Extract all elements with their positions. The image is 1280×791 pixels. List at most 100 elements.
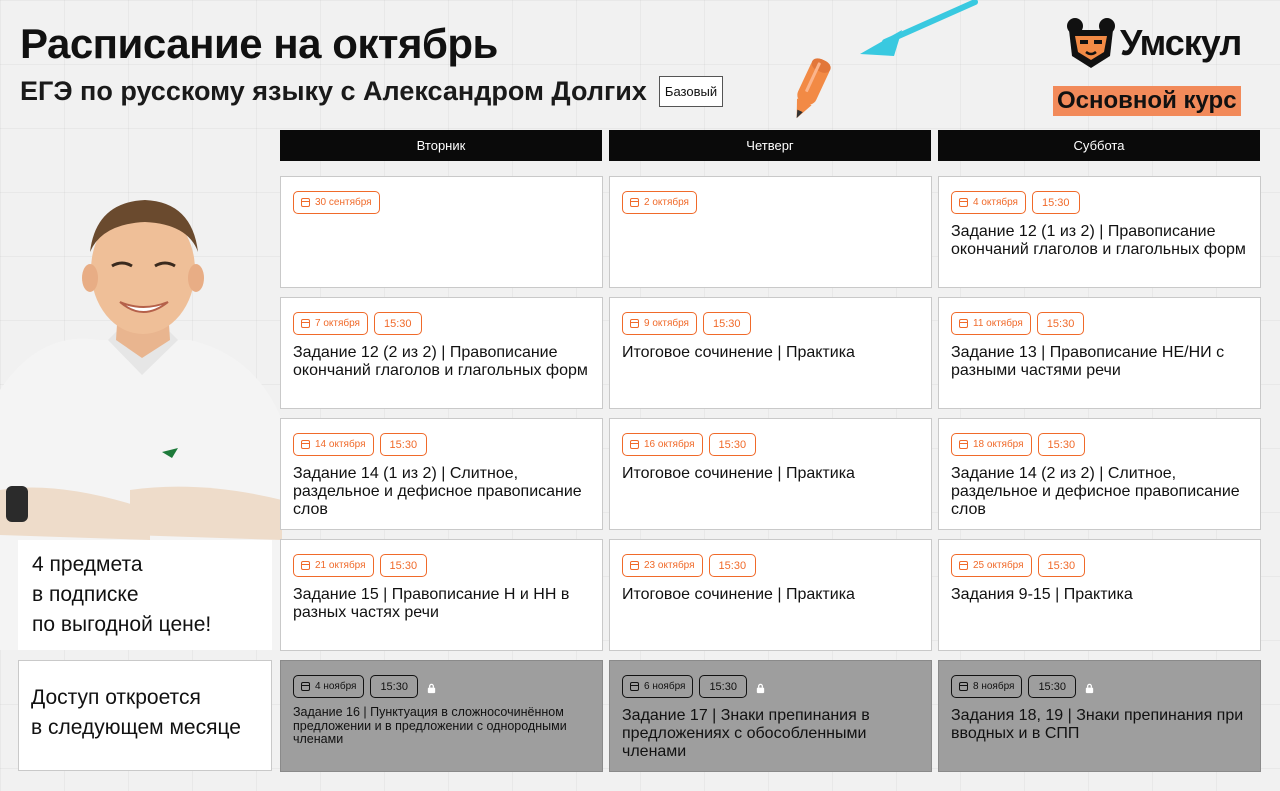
lesson-topic: Задание 14 (2 из 2) | Слитное, раздельно… [951,465,1240,518]
date-text: 14 октября [315,439,366,450]
lesson-tags: 9 октября 15:30 [622,312,919,335]
date-text: 23 октября [644,560,695,571]
lesson-card[interactable]: 7 октября 15:30 Задание 12 (2 из 2) | Прав… [280,297,603,409]
date-badge: 25 октября [951,554,1032,577]
time-badge: 15:30 [1037,433,1086,456]
calendar-icon [301,198,310,207]
date-badge: 6 ноября [622,675,694,698]
lesson-topic: Задание 12 (2 из 2) | Правописание оконч… [293,344,588,379]
lesson-tags: 7 октября 15:30 [293,312,590,335]
calendar-icon [959,561,968,570]
lesson-topic: Задания 9-15 | Практика [951,586,1133,603]
date-badge: 30 сентября [293,191,380,214]
day-header-thursday: Четверг [609,130,931,161]
time-badge: 15:30 [708,554,757,577]
lesson-card[interactable]: 30 сентября [280,176,603,288]
date-text: 25 октября [973,560,1024,571]
lesson-tags: 25 октября 15:30 [951,554,1248,577]
day-header-saturday: Суббота [938,130,1260,161]
lesson-topic: Задание 15 | Правописание Н и НН в разны… [293,586,570,621]
date-badge: 14 октября [293,433,374,456]
lesson-card[interactable]: 16 октября 15:30 Итоговое сочинение | Прак… [609,418,932,530]
calendar-icon [959,198,968,207]
access-line: в следующем месяце [31,716,241,739]
lesson-tags: 2 октября [622,191,919,214]
lesson-card[interactable]: 2 октября [609,176,932,288]
time-badge: 15:30 [699,675,747,698]
day-header-tuesday: Вторник [280,130,602,161]
access-notice: Доступ откроется в следующем месяце [18,660,272,771]
date-text: 8 ноября [973,681,1015,692]
lesson-card[interactable]: 8 ноября 15:30 Задания 18, 19 | Знаки преп… [938,660,1261,772]
calendar-icon [301,440,310,449]
promo-line: 4 предмета [32,553,143,576]
arrow-icon [860,0,978,56]
time-badge: 15:30 [702,312,751,335]
date-text: 6 ноября [644,681,686,692]
lesson-topic: Задание 14 (1 из 2) | Слитное, раздельно… [293,465,582,518]
calendar-icon [630,198,639,207]
lesson-card[interactable]: 11 октября 15:30 Задание 13 | Правописание… [938,297,1261,409]
lesson-tags: 21 октября 15:30 [293,554,590,577]
access-line: Доступ откроется [31,686,201,709]
calendar-icon [630,682,639,691]
calendar-icon [301,682,310,691]
promo-line: в подписке [32,583,139,606]
date-badge: 18 октября [951,433,1032,456]
time-badge: 15:30 [379,554,428,577]
date-badge: 2 октября [622,191,697,214]
time-badge: 15:30 [1028,675,1076,698]
course-badge: Основной курс [1053,86,1241,116]
lesson-card[interactable]: 21 октября 15:30 Задание 15 | Правописание… [280,539,603,651]
time-badge: 15:30 [708,433,757,456]
lesson-topic: Итоговое сочинение | Практика [622,344,855,361]
page-subtitle: ЕГЭ по русскому языку с Александром Долг… [20,76,647,106]
time-badge: 15:30 [373,312,422,335]
date-badge: 7 октября [293,312,368,335]
date-badge: 4 октября [951,191,1026,214]
lesson-card[interactable]: 14 октября 15:30 Задание 14 (1 из 2) | Сли… [280,418,603,530]
date-text: 4 ноября [315,681,357,692]
calendar-icon [630,561,639,570]
date-badge: 4 ноября [293,675,365,698]
lesson-tags: 18 октября 15:30 [951,433,1248,456]
promo-line: по выгодной цене! [32,613,212,636]
calendar-icon [959,682,968,691]
lesson-tags: 14 октября 15:30 [293,433,590,456]
lesson-card[interactable]: 23 октября 15:30 Итоговое сочинение | Прак… [609,539,932,651]
lesson-card[interactable]: 4 октября 15:30 Задание 12 (1 из 2) | Прав… [938,176,1261,288]
lesson-tags: 23 октября 15:30 [622,554,919,577]
lesson-card[interactable]: 18 октября 15:30 Задание 14 (2 из 2) | Сли… [938,418,1261,530]
lesson-card[interactable]: 25 октября 15:30 Задания 9-15 | Практика [938,539,1261,651]
calendar-icon [630,319,639,328]
promo-box: 4 предмета в подписке по выгодной цене! [18,540,272,650]
lesson-tags: 4 октября 15:30 [951,191,1248,214]
date-text: 30 сентября [315,197,372,208]
calendar-icon [959,319,968,328]
lock-icon [755,681,766,694]
date-text: 4 октября [973,197,1018,208]
lock-icon [1084,681,1095,694]
lesson-tags: 8 ноября 15:30 [951,675,1248,698]
date-badge: 16 октября [622,433,703,456]
lesson-tags: 11 октября 15:30 [951,312,1248,335]
brand-logo: Умскул [1066,16,1242,70]
lesson-card[interactable]: 6 ноября 15:30 Задание 17 | Знаки препинан… [609,660,932,772]
calendar-icon [301,561,310,570]
lesson-topic: Задания 18, 19 | Знаки препинания при вв… [951,707,1244,742]
time-badge: 15:30 [370,675,418,698]
lesson-tags: 6 ноября 15:30 [622,675,919,698]
lesson-topic: Задание 13 | Правописание НЕ/НИ с разным… [951,344,1225,379]
date-badge: 8 ноября [951,675,1023,698]
lesson-tags: 16 октября 15:30 [622,433,919,456]
lesson-topic: Итоговое сочинение | Практика [622,586,855,603]
lesson-topic: Задание 17 | Знаки препинания в предложе… [622,707,870,760]
lesson-topic: Задание 16 | Пунктуация в сложносочинённ… [293,705,567,746]
lesson-card[interactable]: 9 октября 15:30 Итоговое сочинение | Практ… [609,297,932,409]
level-badge: Базовый [659,76,723,107]
date-badge: 11 октября [951,312,1031,335]
date-badge: 21 октября [293,554,374,577]
date-text: 18 октября [973,439,1024,450]
lesson-card[interactable]: 4 ноября 15:30 Задание 16 | Пунктуация в с… [280,660,603,772]
date-text: 7 октября [315,318,360,329]
